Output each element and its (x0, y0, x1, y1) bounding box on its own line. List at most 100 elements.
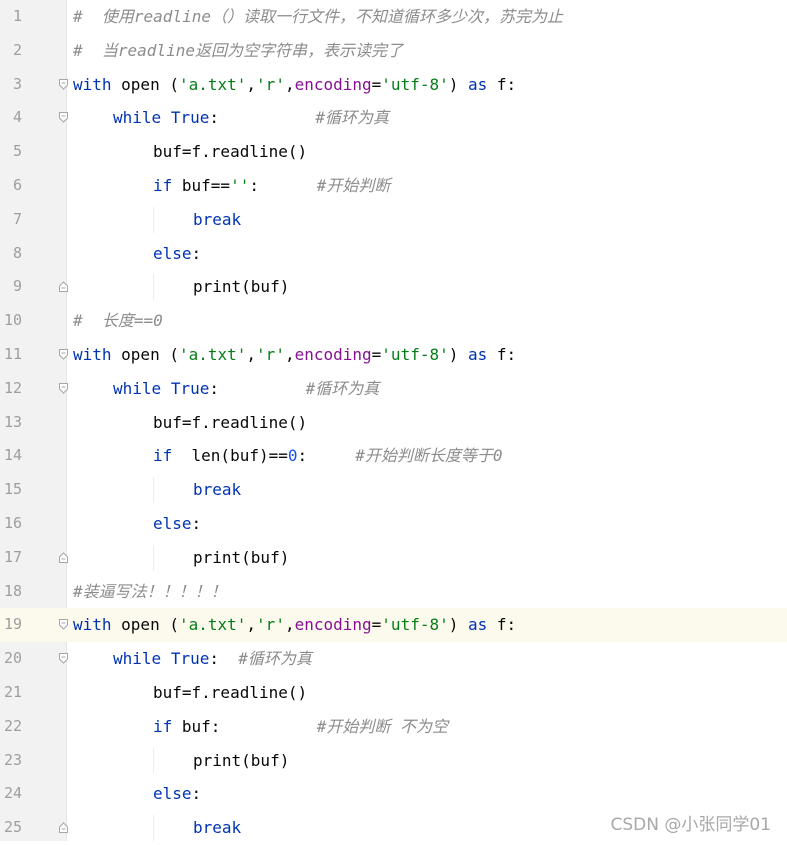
line-number: 5 (12, 142, 22, 161)
code-text: break (193, 473, 241, 507)
code-token-kw: as (468, 615, 488, 635)
fold-open-icon[interactable] (59, 653, 68, 664)
fold-close-icon[interactable] (59, 552, 68, 563)
code-token-cmt: # 当readline返回为空字符串，表示读完了 (73, 40, 403, 60)
code-line[interactable]: 10 # 长度==0 (0, 304, 787, 338)
code-token-kw: while (113, 649, 162, 669)
code-token-str: 'r' (256, 615, 285, 635)
code-token-txt: , (246, 345, 257, 364)
code-text: else: (153, 777, 201, 811)
code-text: if len(buf)==0: #开始判断长度等于0 (153, 439, 503, 473)
code-token-str: 'a.txt' (178, 615, 247, 635)
code-line[interactable]: 13 buf=f.readline() (0, 406, 787, 440)
fold-open-icon[interactable] (59, 349, 68, 360)
code-text: print(buf) (193, 744, 289, 778)
code-text: while True: #循环为真 (113, 372, 379, 406)
code-text: # 使用readline（）读取一行文件，不知道循环多少次，苏完为止 (73, 0, 563, 34)
code-line[interactable]: 23 print(buf) (0, 744, 787, 778)
line-number: 21 (3, 683, 22, 701)
fold-close-icon[interactable] (59, 822, 68, 834)
code-text: print(buf) (193, 270, 289, 304)
code-token-txt: , (284, 74, 295, 94)
code-line[interactable]: 15 break (0, 473, 787, 507)
fold-close-icon[interactable] (59, 281, 68, 293)
code-token-txt: ) (448, 345, 468, 364)
code-token-txt: f: (487, 74, 517, 94)
code-line[interactable]: 16 else: (0, 507, 787, 541)
line-number: 10 (3, 311, 22, 330)
line-number: 9 (12, 277, 22, 296)
code-token-kw: if (153, 446, 173, 466)
code-line[interactable]: 21 buf=f.readline() (0, 676, 787, 710)
code-token-str: 'utf-8' (381, 74, 449, 94)
code-text: print(buf) (193, 541, 289, 575)
code-line[interactable]: 6 if buf=='': #开始判断 (0, 169, 787, 203)
code-token-txt: open ( (111, 345, 179, 364)
code-text: with open ('a.txt','r',encoding='utf-8')… (73, 68, 516, 102)
code-token-txt: ) (448, 615, 468, 635)
code-token-str: 'a.txt' (178, 74, 247, 94)
code-token-txt: buf=f.readline() (153, 412, 308, 432)
code-token-txt: , (284, 345, 295, 364)
code-token-txt: buf: (172, 716, 317, 736)
code-token-kw: break (193, 209, 242, 229)
fold-open-icon[interactable] (59, 619, 68, 631)
code-token-txt: buf=f.readline() (153, 683, 308, 702)
code-token-txt: : (209, 649, 239, 669)
code-token-txt: print(buf) (193, 750, 290, 770)
code-line[interactable]: 18 #装逼写法！！！！！ (0, 575, 787, 609)
code-token-kw: else (153, 784, 192, 804)
code-token-param: encoding (294, 345, 372, 364)
indent-guide (153, 815, 154, 841)
code-token-kw: as (468, 74, 488, 94)
code-text: with open ('a.txt','r',encoding='utf-8')… (73, 338, 516, 372)
code-token-str: 'utf-8' (381, 615, 449, 635)
line-number: 15 (3, 480, 22, 499)
line-number: 2 (12, 40, 22, 59)
code-token-txt: : (191, 243, 202, 263)
code-token-txt: f: (487, 345, 517, 364)
line-number: 23 (3, 750, 22, 769)
code-line[interactable]: 5 buf=f.readline() (0, 135, 787, 169)
code-line[interactable]: 9 print(buf) (0, 270, 787, 304)
code-token-cmt: #循环为真 (305, 378, 380, 398)
code-token-txt: , (246, 74, 257, 94)
code-line[interactable]: 12 while True: #循环为真 (0, 372, 787, 406)
code-line[interactable]: 7 break (0, 203, 787, 237)
code-token-txt: print(buf) (193, 277, 290, 297)
indent-guide (153, 544, 154, 571)
code-token-param: encoding (294, 74, 372, 94)
line-number: 19 (3, 615, 22, 634)
code-token-txt: : (209, 108, 316, 128)
code-line[interactable]: 14 if len(buf)==0: #开始判断长度等于0 (0, 439, 787, 473)
code-token-txt: = (371, 74, 382, 94)
code-token-param: encoding (294, 615, 372, 635)
code-line[interactable]: 11 with open ('a.txt','r',encoding='utf-8… (0, 338, 787, 372)
code-token-kw: as (468, 345, 488, 364)
code-line[interactable]: 4 while True: #循环为真 (0, 101, 787, 135)
code-line[interactable]: 1 # 使用readline（）读取一行文件，不知道循环多少次，苏完为止 (0, 0, 787, 34)
line-number: 17 (3, 547, 22, 566)
watermark: CSDN @小张同学01 (610, 815, 771, 835)
indent-guide (153, 747, 154, 774)
indent-guide (153, 274, 154, 301)
code-token-kw: if (153, 176, 173, 195)
code-line[interactable]: 19 with open ('a.txt','r',encoding='utf-8… (0, 608, 787, 643)
line-number: 6 (12, 176, 22, 194)
line-number: 14 (3, 446, 22, 465)
code-line[interactable]: 17 print(buf) (0, 541, 787, 575)
code-token-txt: , (284, 615, 295, 635)
code-line[interactable]: 2 # 当readline返回为空字符串，表示读完了 (0, 34, 787, 68)
code-line[interactable]: 22 if buf: #开始判断 不为空 (0, 710, 787, 744)
code-line[interactable]: 24 else: (0, 777, 787, 811)
fold-open-icon[interactable] (59, 112, 68, 124)
line-number: 7 (12, 209, 22, 228)
fold-open-icon[interactable] (59, 78, 68, 90)
code-line[interactable]: 20 while True: #循环为真 (0, 642, 787, 676)
code-text: break (193, 811, 241, 845)
code-line[interactable]: 8 else: (0, 237, 787, 271)
code-token-kw: if (153, 716, 173, 736)
fold-open-icon[interactable] (59, 382, 68, 394)
code-line[interactable]: 3 with open ('a.txt','r',encoding='utf-8'… (0, 68, 787, 102)
